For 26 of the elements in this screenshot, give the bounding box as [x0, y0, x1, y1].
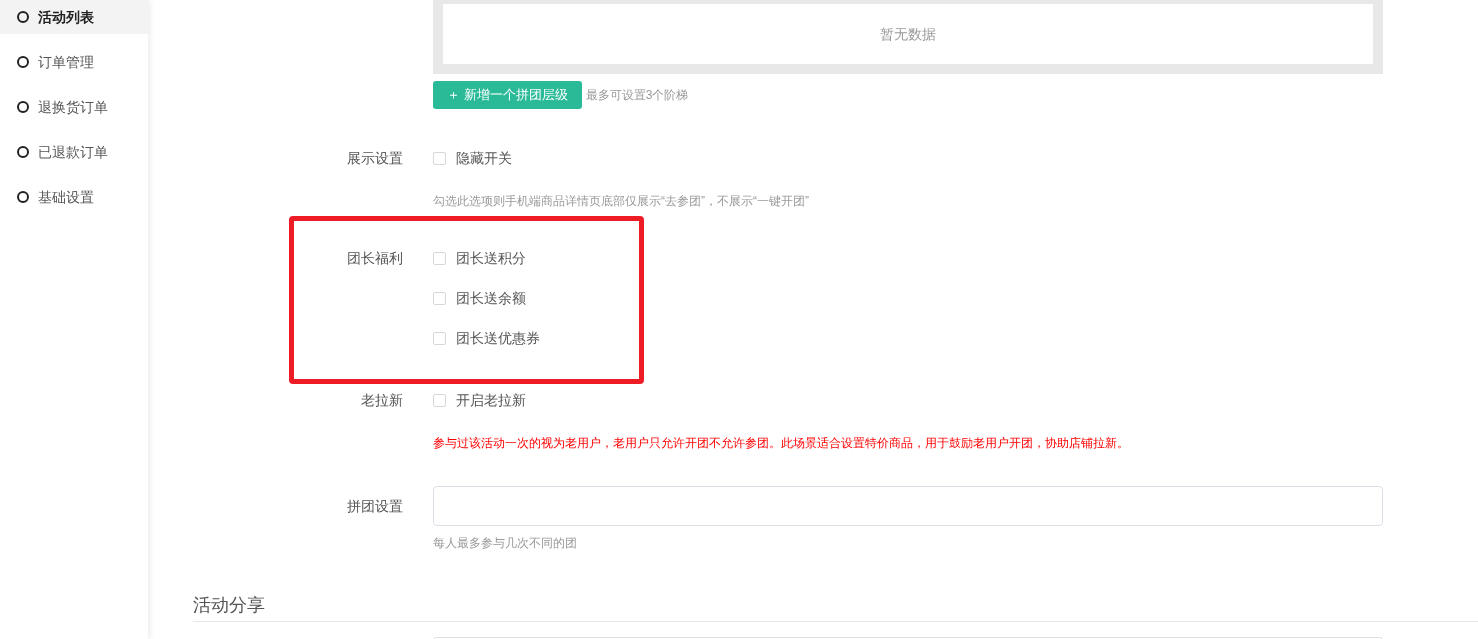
empty-text: 暂无数据 — [880, 24, 936, 44]
field-label: 展示设置 — [346, 149, 404, 168]
checkbox-option[interactable]: 开启老拉新 — [433, 386, 1129, 414]
section-title: 活动分享 — [193, 595, 265, 615]
checkbox-option[interactable]: 团长送余额 — [433, 284, 540, 312]
sidebar-item[interactable]: 已退款订单 — [0, 135, 148, 169]
checkbox[interactable] — [433, 393, 446, 407]
checkbox[interactable] — [433, 331, 446, 345]
hint-text: 参与过该活动一次的视为老用户，老用户只允许开团不允许参团。此场景适合设置特价商品，用于鼓励老用户开团，协助店铺拉新。 — [433, 435, 1129, 452]
field-label: 团长福利 — [346, 249, 404, 268]
hint-text: 每人最多参与几次不同的团 — [433, 535, 578, 552]
sidebar-item[interactable]: 退换货订单 — [0, 90, 148, 124]
checkbox-option[interactable]: 团长送积分 — [433, 244, 540, 272]
checkbox[interactable] — [433, 151, 446, 165]
field-label: 老拉新 — [360, 391, 404, 410]
input-field[interactable] — [433, 486, 1383, 526]
sidebar-item[interactable]: 活动列表 — [0, 0, 148, 34]
field-label: 拼团设置 — [346, 497, 404, 516]
checkbox-option[interactable]: 团长送优惠券 — [433, 324, 540, 352]
sidebar-item[interactable]: 订单管理 — [0, 45, 148, 79]
hint-text: 最多可设置3个阶梯 — [585, 87, 689, 104]
checkbox[interactable] — [433, 291, 446, 305]
checkbox[interactable] — [433, 251, 446, 265]
checkbox-option[interactable]: 隐藏开关 — [433, 144, 809, 172]
sidebar-item[interactable]: 基础设置 — [0, 180, 148, 214]
hint-text: 勾选此选项则手机端商品详情页底部仅展示“去参团”，不展示“一键开团” — [433, 193, 809, 210]
